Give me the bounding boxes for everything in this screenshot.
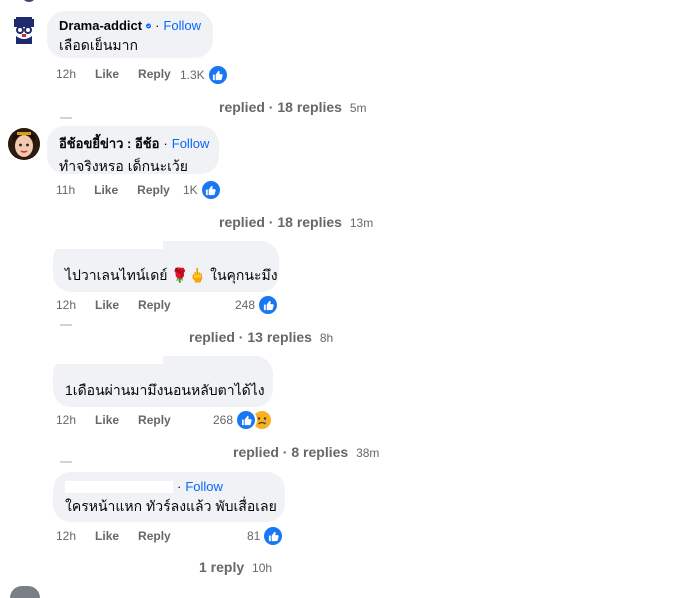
replies-count: 8 replies bbox=[291, 444, 349, 460]
comment-time[interactable]: 11h bbox=[56, 183, 75, 197]
reaction-summary[interactable]: 248 bbox=[235, 294, 280, 316]
comment-text: 1เดือนผ่านมามึงนอนหลับตาได้ไง bbox=[65, 382, 265, 398]
reply-button[interactable]: Reply bbox=[138, 413, 171, 427]
separator-dot: · bbox=[155, 18, 160, 33]
reaction-count: 248 bbox=[235, 298, 256, 312]
like-reaction-icon bbox=[199, 179, 222, 201]
comment-bubble-5: · Follow ใครหน้าแหก ทัวร์ลงแล้ว พับเสื่อ… bbox=[53, 472, 285, 522]
partial-avatar-top bbox=[22, 0, 36, 2]
like-reaction-icon bbox=[206, 64, 229, 86]
redacted-author bbox=[53, 356, 163, 364]
reaction-count: 268 bbox=[213, 413, 234, 427]
comment-bubble-1: Drama-addict · Follow เลือดเย็นมาก bbox=[47, 11, 213, 58]
separator-dot: · bbox=[177, 479, 182, 494]
comment-author[interactable]: Drama-addict bbox=[59, 18, 142, 33]
replies-prefix: replied bbox=[219, 214, 265, 230]
like-button[interactable]: Like bbox=[95, 413, 119, 427]
comment-time[interactable]: 12h bbox=[56, 298, 76, 312]
reply-avatar-stub bbox=[60, 324, 72, 326]
replies-ago: 8h bbox=[319, 331, 334, 345]
replies-count: 1 reply bbox=[199, 559, 245, 575]
comment-bubble-2: อีช้อขยี้ข่าว : อีช้อ · Follow ทำจริงหรอ… bbox=[47, 126, 219, 174]
comment-actions: 12h Like Reply bbox=[56, 529, 190, 543]
replies-count: 18 replies bbox=[277, 99, 342, 115]
reply-avatar-stub bbox=[60, 461, 72, 463]
reply-button[interactable]: Reply bbox=[137, 183, 170, 197]
reaction-count: 1.3K bbox=[180, 68, 205, 82]
follow-button[interactable]: Follow bbox=[185, 479, 223, 494]
comment-actions: 12h Like Reply bbox=[56, 413, 190, 427]
avatar-drama-addict[interactable] bbox=[8, 14, 40, 46]
comment-author[interactable]: อีช้อขยี้ข่าว : อีช้อ bbox=[59, 133, 159, 154]
view-replies-button[interactable]: replied · 18 replies 13m bbox=[219, 214, 373, 230]
comment-text: ใครหน้าแหก ทัวร์ลงแล้ว พับเสื่อเลย bbox=[65, 498, 277, 514]
reply-button[interactable]: Reply bbox=[138, 67, 171, 81]
replies-ago: 13m bbox=[349, 216, 374, 230]
separator-dot: · bbox=[163, 136, 168, 151]
view-replies-button[interactable]: replied · 18 replies 5m bbox=[219, 99, 367, 115]
drama-addict-avatar-icon bbox=[8, 14, 40, 46]
replies-count: 13 replies bbox=[247, 329, 312, 345]
avatar-echo[interactable] bbox=[8, 128, 40, 160]
replies-ago: 38m bbox=[356, 446, 380, 460]
comment-actions: 11h Like Reply bbox=[56, 183, 189, 197]
echo-avatar-icon bbox=[8, 128, 40, 160]
comment-bubble-4: 1เดือนผ่านมามึงนอนหลับตาได้ไง bbox=[53, 356, 273, 407]
like-reaction-icon bbox=[262, 525, 285, 547]
verified-badge-icon bbox=[146, 23, 152, 28]
replies-ago: 5m bbox=[349, 101, 367, 115]
replies-prefix: replied bbox=[233, 444, 279, 460]
reaction-summary[interactable]: 81 bbox=[247, 525, 285, 547]
partial-avatar-bottom bbox=[10, 586, 40, 598]
follow-button[interactable]: Follow bbox=[172, 136, 210, 151]
reaction-summary[interactable]: 268 bbox=[213, 409, 274, 431]
reaction-count: 81 bbox=[247, 529, 261, 543]
comment-actions: 12h Like Reply bbox=[56, 67, 190, 81]
follow-button[interactable]: Follow bbox=[163, 18, 201, 33]
reply-avatar-stub bbox=[60, 117, 72, 119]
like-button[interactable]: Like bbox=[95, 298, 119, 312]
redacted-author bbox=[53, 241, 163, 249]
reply-button[interactable]: Reply bbox=[138, 298, 171, 312]
view-replies-button[interactable]: replied · 13 replies 8h bbox=[189, 329, 333, 345]
replies-prefix: replied bbox=[219, 99, 265, 115]
like-button[interactable]: Like bbox=[95, 529, 119, 543]
reaction-count: 1K bbox=[183, 183, 198, 197]
replies-prefix: replied bbox=[189, 329, 235, 345]
reaction-summary[interactable]: 1.3K bbox=[180, 64, 229, 86]
comment-time[interactable]: 12h bbox=[56, 529, 76, 543]
comment-text: ไปวาเลนไทน์เดย์ 🌹🖕 ในคุกนะมึง bbox=[65, 267, 278, 283]
comment-text: เลือดเย็นมาก bbox=[59, 37, 138, 53]
reply-button[interactable]: Reply bbox=[138, 529, 171, 543]
replies-ago: 10h bbox=[252, 561, 273, 575]
view-replies-button[interactable]: replied · 8 replies 38m bbox=[233, 444, 379, 460]
comment-text: ทำจริงหรอ เด็กนะเว้ย bbox=[59, 158, 188, 174]
redacted-author bbox=[65, 480, 173, 493]
replies-count: 18 replies bbox=[277, 214, 342, 230]
like-button[interactable]: Like bbox=[95, 67, 119, 81]
comment-time[interactable]: 12h bbox=[56, 67, 76, 81]
like-reaction-icon bbox=[235, 409, 258, 431]
view-replies-button[interactable]: 1 reply 10h bbox=[199, 559, 272, 575]
like-reaction-icon bbox=[257, 294, 280, 316]
comment-bubble-3: ไปวาเลนไทน์เดย์ 🌹🖕 ในคุกนะมึง bbox=[53, 241, 279, 292]
comment-actions: 12h Like Reply bbox=[56, 298, 190, 312]
like-button[interactable]: Like bbox=[94, 183, 118, 197]
comment-time[interactable]: 12h bbox=[56, 413, 76, 427]
reaction-summary[interactable]: 1K bbox=[183, 179, 222, 201]
